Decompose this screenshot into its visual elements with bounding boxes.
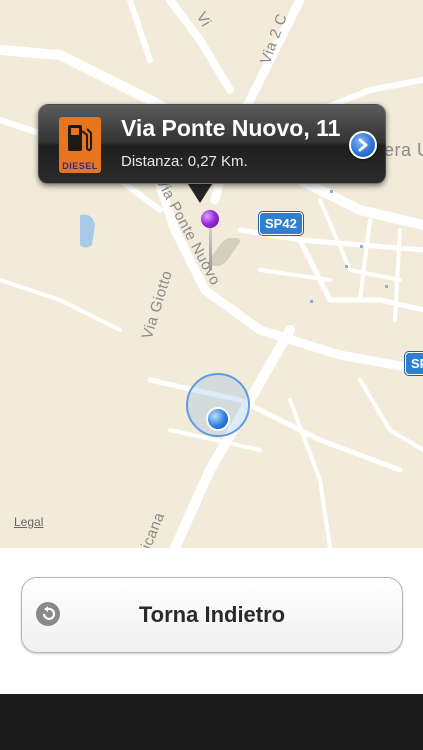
chevron-right-icon (358, 138, 368, 152)
annotation-callout[interactable]: DIESEL Via Ponte Nuovo, 11 Distanza: 0,2… (38, 104, 386, 184)
back-button-label: Torna Indietro (138, 602, 286, 627)
callout-distance: Distanza: 0,27 Km. (121, 153, 248, 170)
fuel-pump-icon: DIESEL (59, 117, 101, 173)
diesel-label: DIESEL (62, 161, 98, 171)
detail-disclosure-button[interactable] (349, 131, 377, 159)
user-location-dot-icon[interactable] (206, 407, 230, 431)
callout-tail (186, 181, 214, 203)
map-view[interactable]: Via 2 C Vi Via Giotto Via Ponte Nuovo ic… (0, 0, 423, 548)
pin-needle (209, 226, 212, 270)
bottom-bar (0, 694, 423, 750)
location-pin-icon[interactable] (201, 210, 219, 228)
road-shield-sp42-edge: SP (405, 352, 423, 375)
back-button[interactable]: Torna Indietro (21, 577, 403, 653)
area-label-right: era U (384, 140, 423, 160)
callout-title: Via Ponte Nuovo, 11 (121, 115, 341, 141)
fuel-pump-glyph (68, 125, 92, 152)
road-shield-sp42: SP42 (259, 212, 303, 235)
legal-link[interactable]: Legal (14, 515, 43, 529)
